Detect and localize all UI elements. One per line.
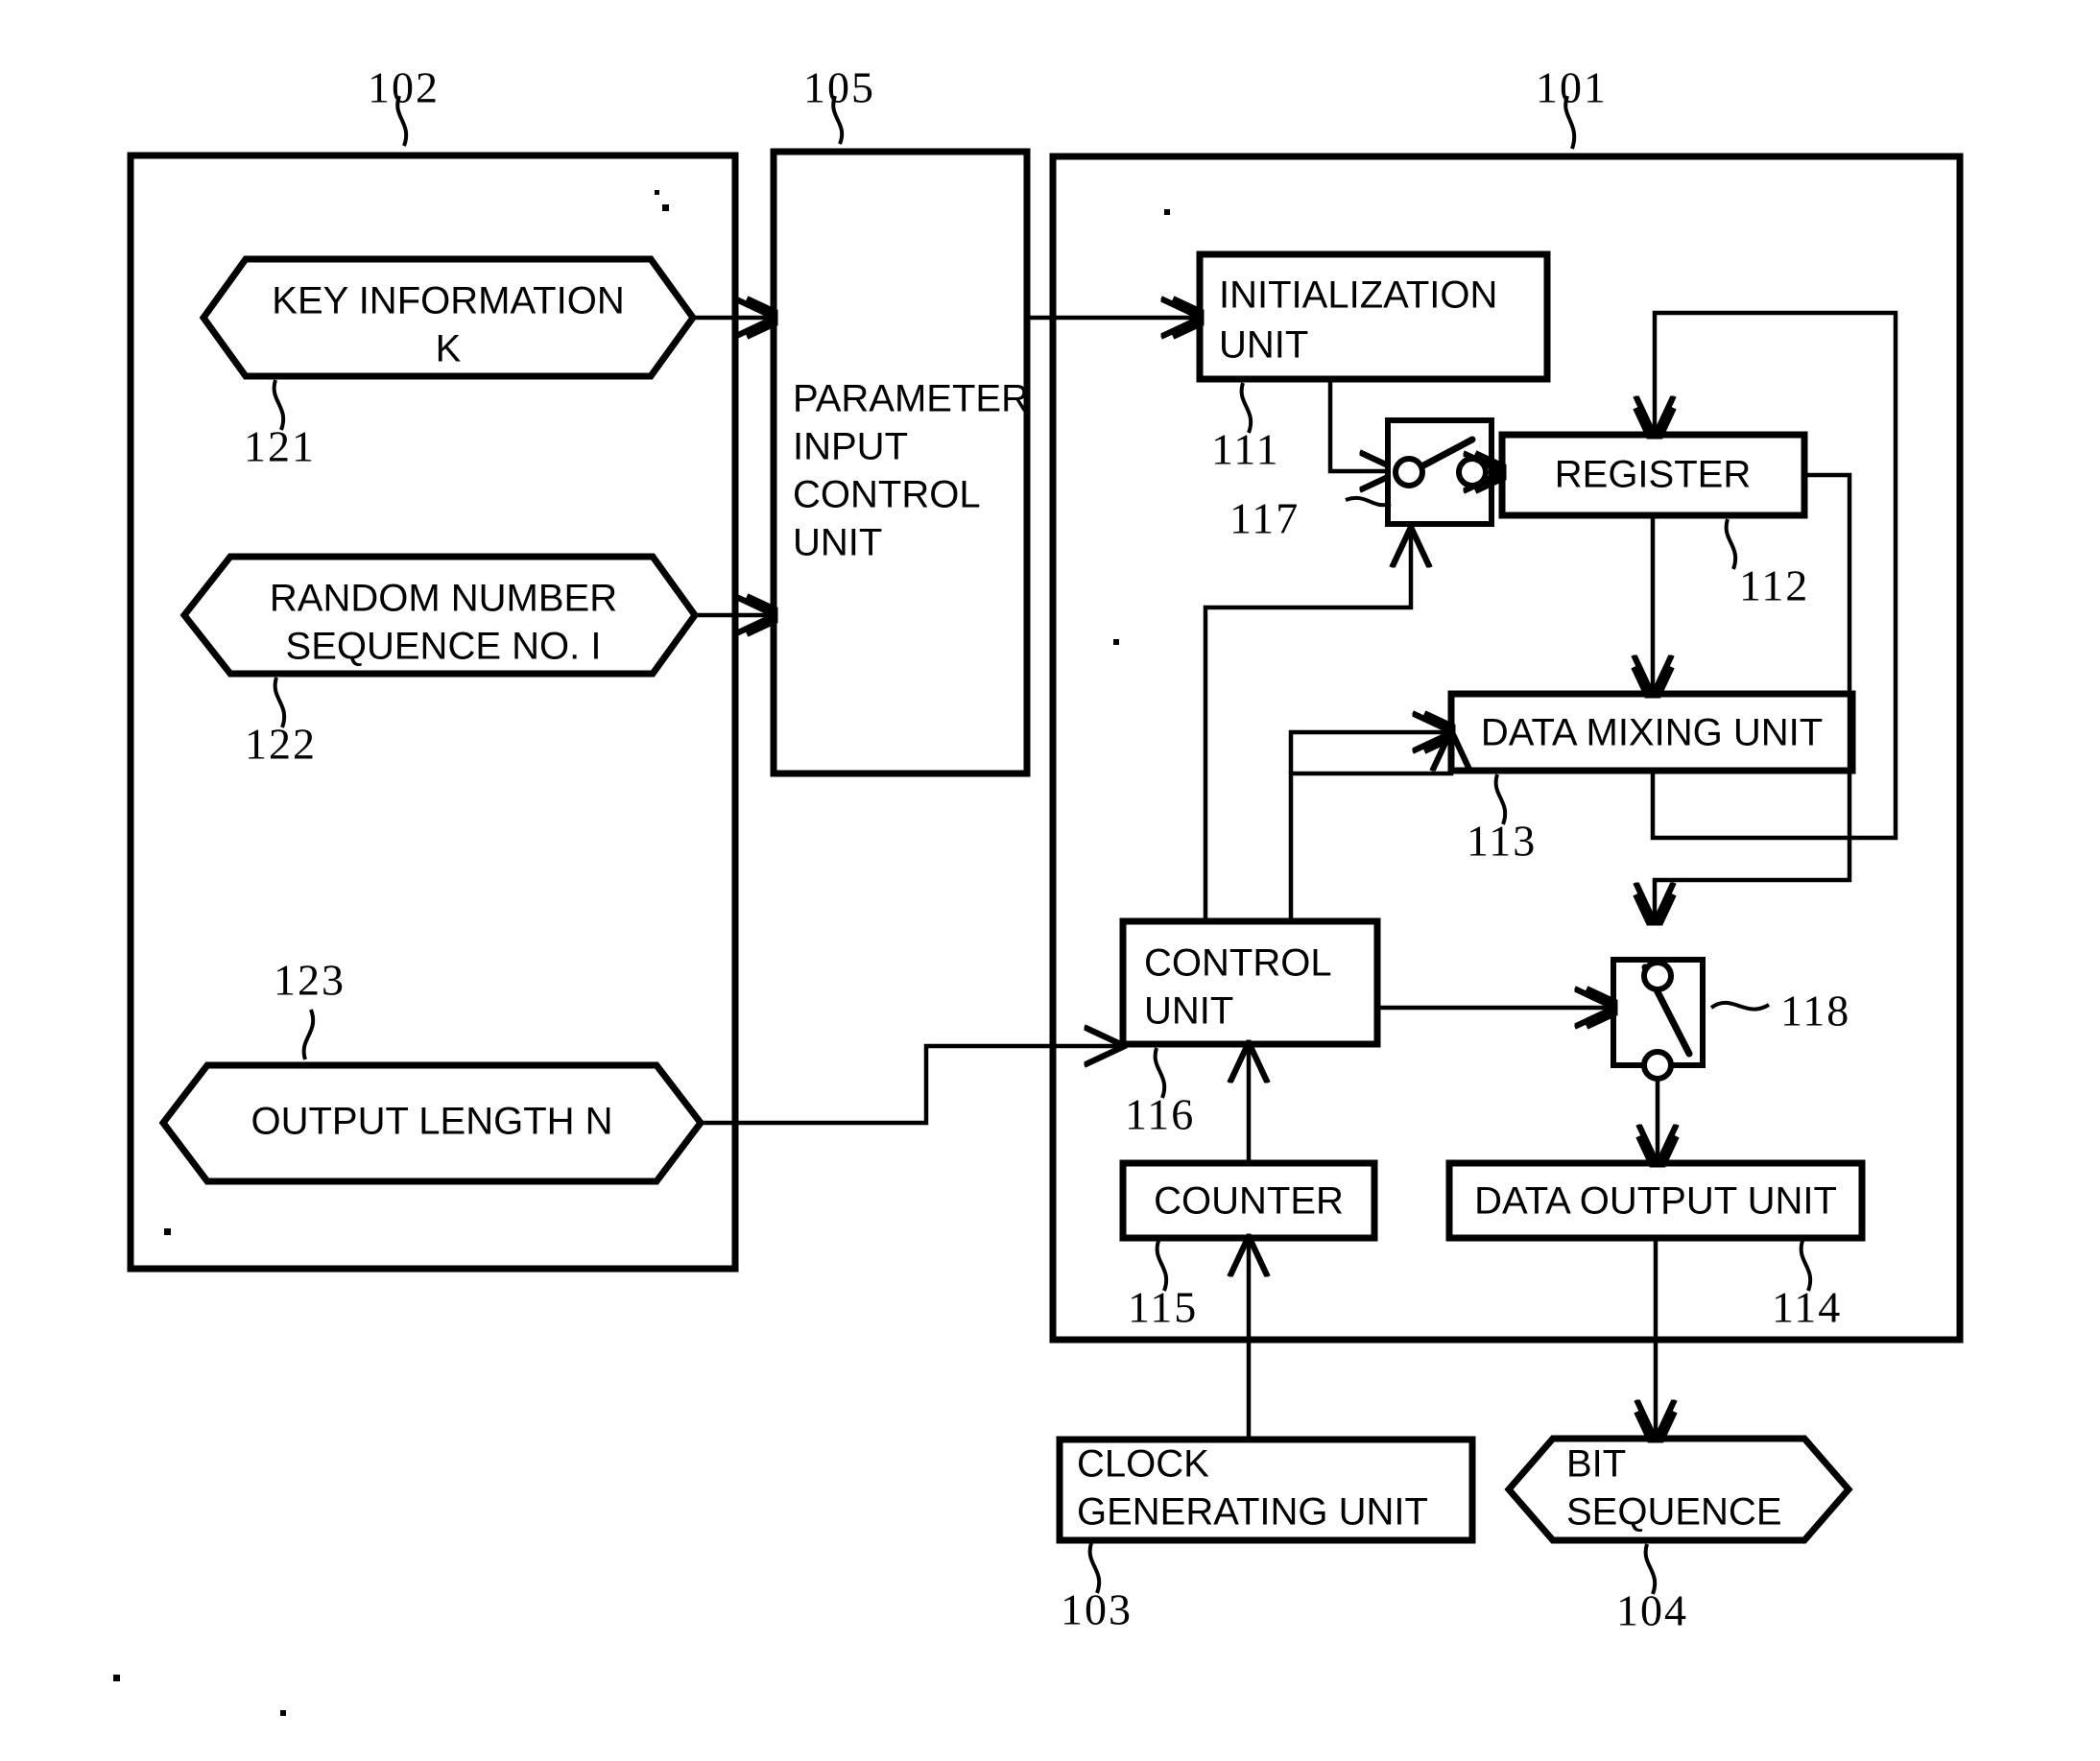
bit-sequence-line1: BIT	[1566, 1443, 1626, 1486]
clock-line1: CLOCK	[1077, 1443, 1209, 1486]
ref-112: 112	[1739, 561, 1809, 610]
ref-118: 118	[1780, 987, 1850, 1035]
initialization-unit-line1: INITIALIZATION	[1219, 274, 1497, 317]
ref-121: 121	[244, 422, 316, 471]
control-unit-line1: CONTROL	[1144, 942, 1332, 985]
scan-speck-3	[164, 1228, 171, 1235]
random-number-line1: RANDOM NUMBER	[270, 578, 617, 620]
param-line2: INPUT	[793, 426, 908, 468]
scan-speck-7	[280, 1710, 286, 1716]
switch-118-input-node	[1641, 960, 1674, 992]
switch-117-input-node	[1393, 456, 1425, 488]
block-parameter-input-control-unit: 105 PARAMETER INPUT CONTROL UNIT	[770, 63, 1200, 777]
output-length-label: OUTPUT LENGTH N	[251, 1101, 612, 1143]
ref-103: 103	[1061, 1585, 1133, 1634]
scan-speck-1	[662, 204, 669, 211]
switch-117-output-node	[1456, 456, 1489, 488]
register-label: REGISTER	[1555, 454, 1751, 496]
ref-117: 117	[1229, 494, 1300, 543]
leader-118	[1709, 1000, 1771, 1011]
ref-111: 111	[1211, 425, 1280, 474]
data-mixing-unit-label: DATA MIXING UNIT	[1481, 712, 1823, 754]
block-initialization-unit: INITIALIZATION UNIT 111	[1196, 250, 1551, 474]
leader-123	[301, 1009, 316, 1060]
ref-115: 115	[1128, 1283, 1198, 1332]
feedback-wiring	[1653, 310, 1898, 921]
data-output-unit-label: DATA OUTPUT UNIT	[1474, 1180, 1837, 1223]
scan-speck-2	[655, 190, 659, 195]
ref-116: 116	[1125, 1090, 1195, 1139]
counter-label: COUNTER	[1154, 1180, 1344, 1223]
figure-canvas: 102 KEY INFORMATION K 121 RANDOM NUMBER …	[113, 63, 1964, 1716]
random-number-line2: SEQUENCE NO. I	[286, 626, 602, 668]
ref-104: 104	[1616, 1586, 1688, 1635]
block-clock-generating-unit: CLOCK GENERATING UNIT 103	[1056, 1238, 1476, 1634]
ref-114: 114	[1772, 1283, 1842, 1332]
ref-113: 113	[1467, 817, 1537, 866]
ref-123: 123	[274, 956, 346, 1005]
ref-122: 122	[245, 720, 317, 769]
scan-speck-6	[113, 1675, 120, 1681]
block-control-unit: CONTROL UNIT 116	[1119, 529, 1613, 1139]
param-line4: UNIT	[793, 522, 882, 564]
control-unit-line2: UNIT	[1144, 990, 1233, 1033]
scan-speck-5	[1113, 639, 1119, 645]
param-line3: CONTROL	[793, 474, 981, 516]
hexagon-random-number-sequence: RANDOM NUMBER SEQUENCE NO. I 122	[179, 553, 774, 769]
key-information-line1: KEY INFORMATION	[272, 280, 624, 322]
wire-outputlength-to-control	[701, 1046, 1123, 1126]
block-register: REGISTER 112	[1498, 431, 1809, 610]
patent-figure: 102 KEY INFORMATION K 121 RANDOM NUMBER …	[0, 0, 2100, 1761]
switch-118[interactable]: 118	[1611, 957, 1850, 1163]
wire-control-to-sw117	[1203, 529, 1411, 921]
ref-101: 101	[1536, 63, 1608, 112]
leader-117	[1345, 496, 1392, 508]
leader-112	[1724, 518, 1738, 570]
hexagon-output-length: OUTPUT LENGTH N 123	[158, 956, 1123, 1185]
wire-control-to-mixing-stub	[1288, 732, 1451, 921]
wire-register-to-sw118	[1655, 472, 1852, 921]
scan-speck-4	[1164, 209, 1170, 215]
param-line1: PARAMETER	[793, 378, 1029, 420]
bit-sequence-line2: SEQUENCE	[1566, 1491, 1782, 1534]
ref-102: 102	[368, 63, 440, 112]
key-information-line2: K	[436, 328, 462, 370]
initialization-unit-line2: UNIT	[1219, 324, 1308, 367]
switch-118-output-node	[1641, 1049, 1674, 1082]
wire-control-to-mixing	[1288, 732, 1451, 773]
clock-line2: GENERATING UNIT	[1077, 1491, 1428, 1534]
hexagon-key-information: KEY INFORMATION K 121	[199, 255, 774, 471]
ref-105: 105	[803, 63, 875, 112]
